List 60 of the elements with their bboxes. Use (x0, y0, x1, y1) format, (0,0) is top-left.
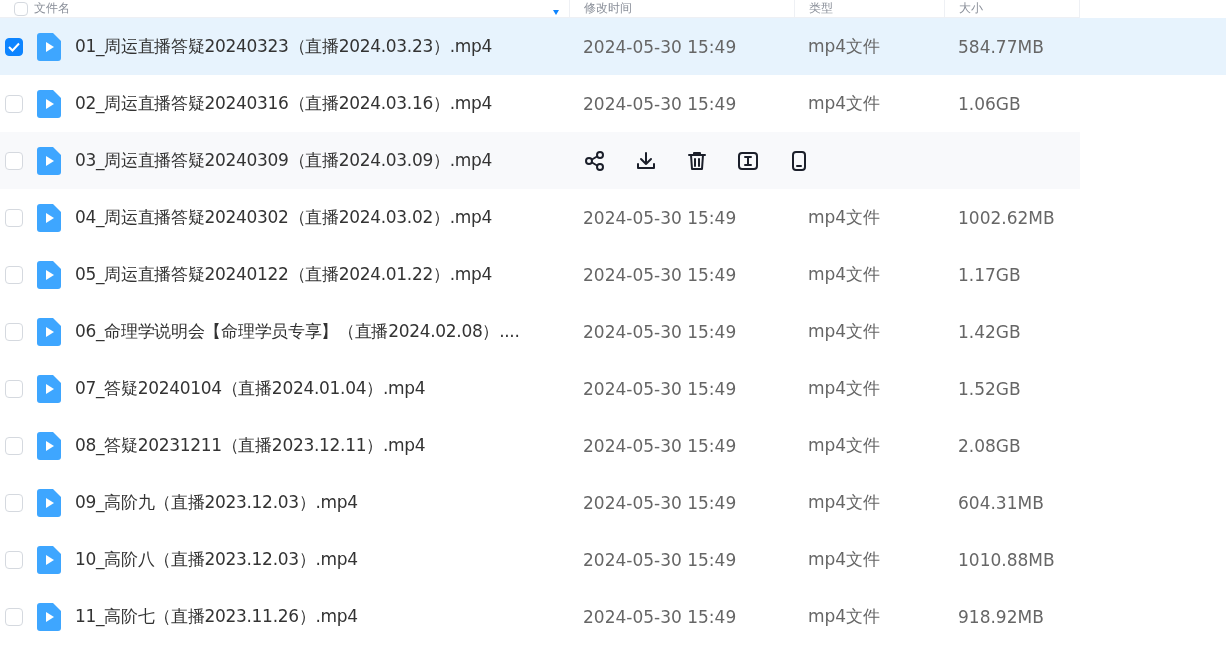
video-file-icon (37, 431, 61, 460)
file-type: mp4文件 (807, 434, 882, 457)
file-row[interactable]: 01_周运直播答疑20240323（直播2024.03.23）.mp4 2024-05-30 15:49 mp4文件 584.77MB (0, 18, 1226, 75)
file-name: 10_高阶八（直播2023.12.03）.mp4 (75, 548, 358, 571)
file-row[interactable]: 03_周运直播答疑20240309（直播2024.03.09）.mp4 (0, 132, 1080, 189)
modified-time: 2024-05-30 15:49 (582, 207, 738, 228)
file-name: 03_周运直播答疑20240309（直播2024.03.09）.mp4 (75, 149, 493, 172)
file-type: mp4文件 (807, 263, 882, 286)
file-name: 07_答疑20240104（直播2024.01.04）.mp4 (75, 377, 426, 400)
file-type: mp4文件 (807, 548, 882, 571)
file-type: mp4文件 (807, 320, 882, 343)
video-file-icon (37, 374, 61, 403)
video-file-icon (37, 32, 61, 61)
modified-time: 2024-05-30 15:49 (582, 93, 738, 114)
file-name: 06_命理学说明会【命理学员专享】（直播2024.02.08）.... (75, 320, 520, 343)
file-size: 1.42GB (957, 321, 1022, 342)
file-size: 1002.62MB (957, 207, 1056, 228)
file-size: 918.92MB (957, 606, 1045, 627)
file-name: 05_周运直播答疑20240122（直播2024.01.22）.mp4 (75, 263, 493, 286)
file-type: mp4文件 (807, 35, 882, 58)
modified-time: 2024-05-30 15:49 (582, 264, 738, 285)
file-name: 08_答疑20231211（直播2023.12.11）.mp4 (75, 434, 426, 457)
modified-time: 2024-05-30 15:49 (582, 549, 738, 570)
file-size: 1010.88MB (957, 549, 1056, 570)
video-file-icon (37, 146, 61, 175)
file-type: mp4文件 (807, 206, 882, 229)
select-all-checkbox[interactable] (14, 1, 28, 16)
video-file-icon (37, 203, 61, 232)
video-file-icon (37, 317, 61, 346)
modified-time: 2024-05-30 15:49 (582, 492, 738, 513)
modified-time: 2024-05-30 15:49 (582, 435, 738, 456)
modified-time: 2024-05-30 15:49 (582, 321, 738, 342)
video-file-icon (37, 602, 61, 631)
sort-icon[interactable] (553, 7, 559, 15)
video-file-icon (37, 545, 61, 574)
file-size: 1.06GB (957, 93, 1022, 114)
file-type: mp4文件 (807, 92, 882, 115)
video-file-icon (37, 260, 61, 289)
column-header[interactable]: 大小 (959, 0, 983, 17)
modified-time: 2024-05-30 15:49 (582, 378, 738, 399)
file-name: 11_高阶七（直播2023.11.26）.mp4 (75, 605, 358, 628)
file-size: 1.17GB (957, 264, 1022, 285)
modified-time: 2024-05-30 15:49 (582, 36, 738, 57)
video-file-icon (37, 89, 61, 118)
column-header[interactable]: 类型 (809, 0, 833, 17)
file-name: 09_高阶九（直播2023.12.03）.mp4 (75, 491, 358, 514)
modified-time: 2024-05-30 15:49 (582, 606, 738, 627)
file-size: 604.31MB (957, 492, 1045, 513)
file-size: 1.52GB (957, 378, 1022, 399)
file-name: 02_周运直播答疑20240316（直播2024.03.16）.mp4 (75, 92, 493, 115)
file-size: 2.08GB (957, 435, 1022, 456)
file-type: mp4文件 (807, 605, 882, 628)
file-size: 584.77MB (957, 36, 1045, 57)
video-file-icon (37, 488, 61, 517)
share-icon[interactable] (583, 148, 607, 173)
file-name: 04_周运直播答疑20240302（直播2024.03.02）.mp4 (75, 206, 493, 229)
file-name: 01_周运直播答疑20240323（直播2024.03.23）.mp4 (75, 35, 493, 58)
row-checkbox[interactable] (5, 37, 23, 56)
file-type: mp4文件 (807, 491, 882, 514)
file-type: mp4文件 (807, 377, 882, 400)
